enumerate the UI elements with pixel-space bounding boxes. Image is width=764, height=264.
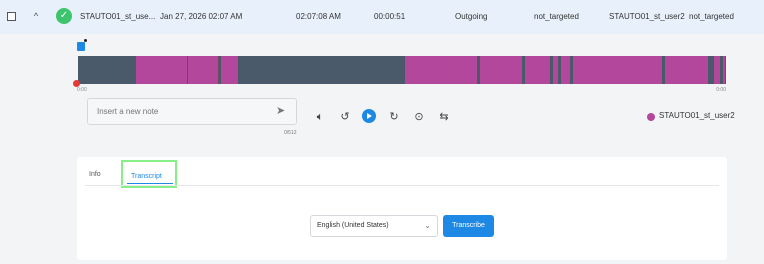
waveform[interactable] (78, 56, 726, 84)
note-input[interactable] (95, 106, 269, 117)
playhead[interactable] (73, 80, 80, 87)
speed-icon[interactable]: ⊙ (411, 110, 427, 124)
rewind-5-icon[interactable]: ↺ (337, 110, 353, 124)
row-targeted-2: not_targeted (689, 12, 734, 21)
row-duration: 00:00:51 (374, 12, 406, 21)
transcribe-button[interactable]: Transcribe (443, 215, 494, 237)
tab-transcript-label: Transcript (131, 173, 162, 180)
audio-player (0, 34, 764, 152)
forward-5-icon[interactable]: ↻ (386, 110, 402, 124)
chevron-down-icon: ⌄ (424, 221, 431, 230)
language-select[interactable]: English (United States) ⌄ (310, 215, 438, 237)
row-datetime: Jan 27, 2026 02:07 AM (160, 12, 243, 21)
note-field[interactable]: ➤ (87, 98, 297, 125)
tab-info[interactable]: Info (89, 165, 101, 185)
time-end: 0:00 (716, 87, 726, 93)
swap-icon[interactable]: ⇆ (436, 110, 452, 124)
recording-row[interactable]: ^ ✓ STAUTO01_st_use... Jan 27, 2026 02:0… (0, 0, 764, 34)
send-icon[interactable]: ➤ (276, 105, 288, 117)
details-panel: Info Transcript English (United States) … (77, 157, 727, 260)
check-circle-icon: ✓ (56, 8, 72, 24)
speaker-label: STAUTO01_st_user2 (659, 111, 735, 120)
time-start: 0:00 (77, 87, 87, 93)
tab-transcript[interactable]: Transcript (121, 160, 177, 188)
note-counter: 0/512 (284, 130, 297, 136)
tab-divider (85, 185, 719, 186)
speaker-dot (647, 113, 655, 121)
row-targeted: not_targeted (534, 12, 579, 21)
row-name: STAUTO01_st_use... (80, 12, 156, 21)
language-value: English (United States) (317, 222, 389, 229)
row-user: STAUTO01_st_user2 (609, 12, 685, 21)
file-icon (77, 39, 87, 51)
row-direction: Outgoing (455, 12, 488, 21)
row-checkbox[interactable] (7, 12, 16, 21)
volume-icon[interactable]: 🔈︎ (312, 110, 328, 124)
play-icon[interactable] (362, 109, 376, 123)
active-tab-underline (127, 183, 173, 184)
collapse-chevron-icon[interactable]: ^ (30, 10, 42, 22)
row-time: 02:07:08 AM (296, 12, 341, 21)
